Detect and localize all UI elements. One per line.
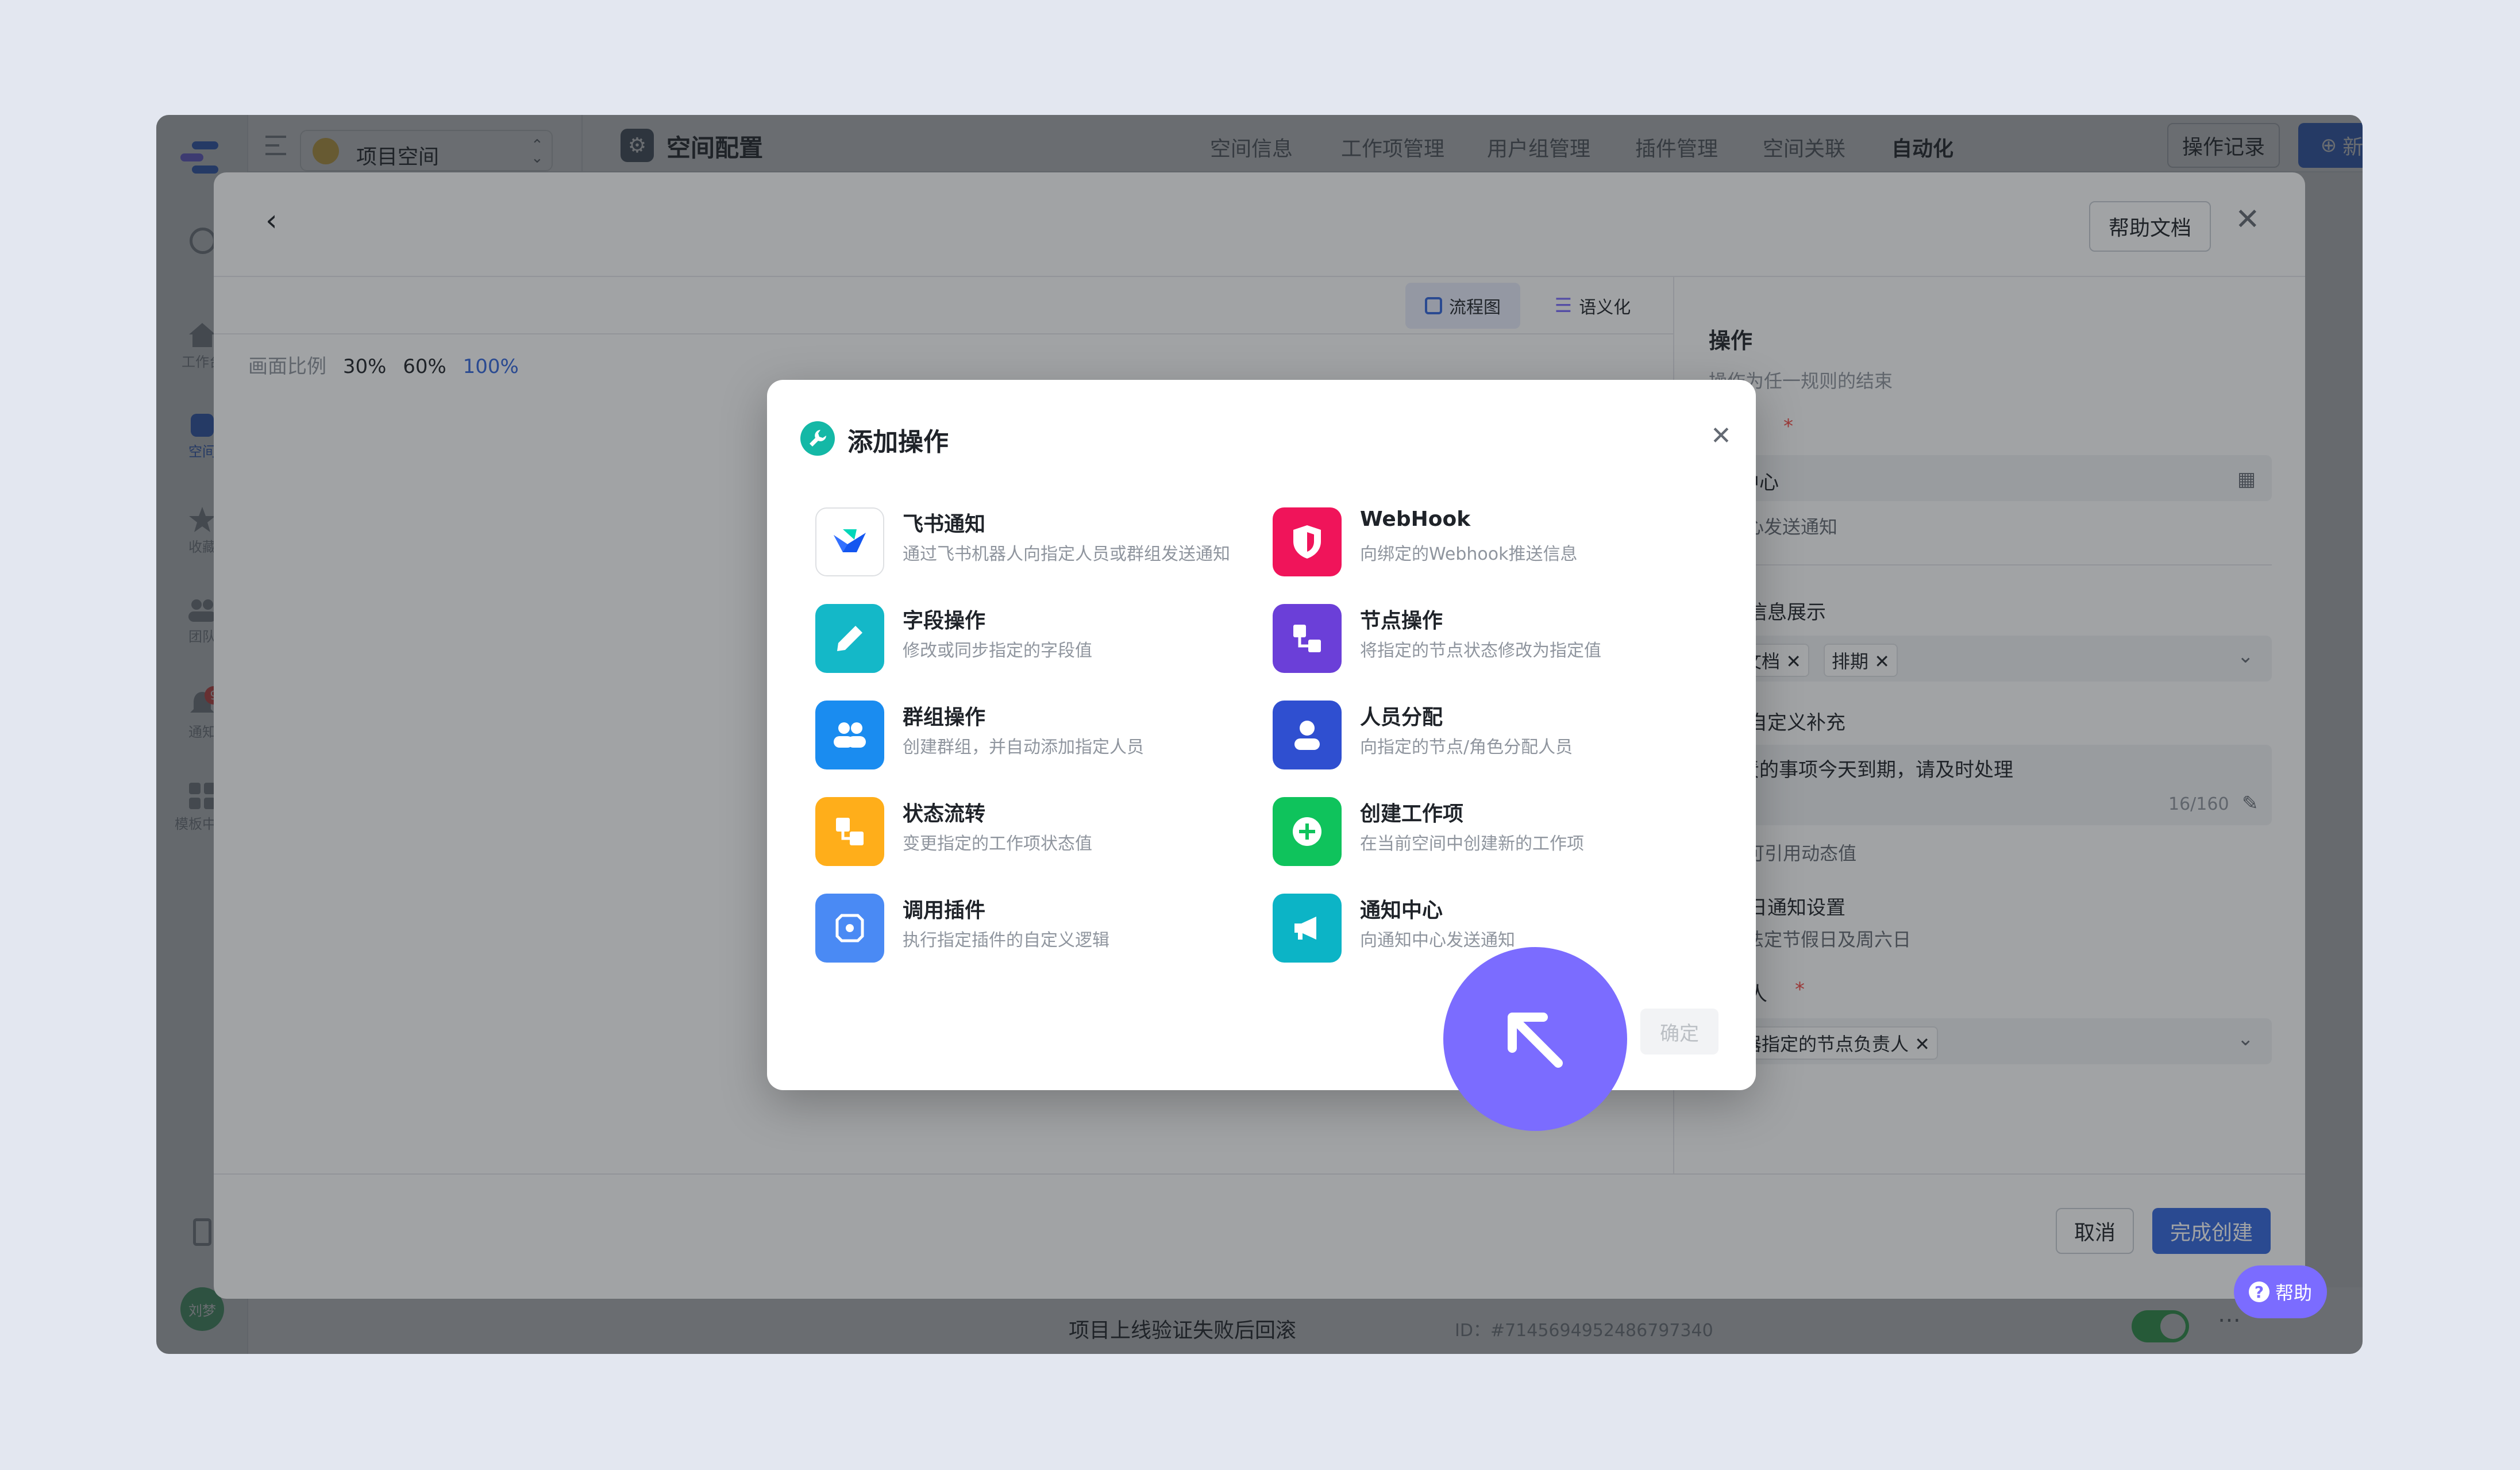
option-desc: 变更指定的工作项状态值 [903, 834, 1092, 854]
pencil-icon [815, 604, 884, 673]
option-webhook[interactable]: WebHook 向绑定的Webhook推送信息 [1273, 504, 1721, 579]
option-title: 飞书通知 [903, 513, 986, 536]
option-notify-center[interactable]: 通知中心 向通知中心发送通知 [1273, 890, 1721, 965]
option-assign[interactable]: 人员分配 向指定的节点/角色分配人员 [1273, 697, 1721, 772]
question-icon: ? [2248, 1282, 2269, 1302]
option-desc: 向通知中心发送通知 [1360, 930, 1515, 951]
option-title: WebHook [1360, 507, 1471, 531]
option-field[interactable]: 字段操作 修改或同步指定的字段值 [815, 601, 1263, 675]
confirm-label: 确定 [1660, 1022, 1699, 1045]
option-plugin[interactable]: 调用插件 执行指定插件的自定义逻辑 [815, 890, 1263, 965]
option-title: 人员分配 [1360, 706, 1443, 729]
option-desc: 通过飞书机器人向指定人员或群组发送通知 [903, 544, 1230, 564]
option-node[interactable]: 节点操作 将指定的节点状态修改为指定值 [1273, 601, 1721, 675]
option-title: 节点操作 [1360, 609, 1443, 633]
option-create-item[interactable]: 创建工作项 在当前空间中创建新的工作项 [1273, 794, 1721, 868]
flow-icon [815, 797, 884, 866]
option-group[interactable]: 群组操作 创建群组，并自动添加指定人员 [815, 697, 1263, 772]
modal-title: 添加操作 [847, 428, 949, 457]
option-desc: 向指定的节点/角色分配人员 [1360, 737, 1573, 757]
group-icon [815, 701, 884, 769]
plus-circle-icon [1273, 797, 1342, 866]
close-icon[interactable]: ✕ [1710, 421, 1732, 451]
option-title: 状态流转 [903, 802, 986, 826]
option-desc: 将指定的节点状态修改为指定值 [1360, 641, 1601, 661]
option-title: 字段操作 [903, 609, 986, 633]
megaphone-icon [1273, 894, 1342, 963]
option-feishu[interactable]: 飞书通知 通过飞书机器人向指定人员或群组发送通知 [815, 504, 1263, 579]
option-title: 创建工作项 [1360, 802, 1464, 826]
wrench-icon [800, 421, 835, 456]
app-window: 工作台 空间 收藏 团队 9 通知 模板中心 刘梦 [156, 115, 2363, 1354]
option-title: 通知中心 [1360, 899, 1443, 922]
help-fab[interactable]: ? 帮助 [2234, 1265, 2327, 1318]
person-icon [1273, 701, 1342, 769]
help-fab-label: 帮助 [2275, 1282, 2312, 1304]
option-title: 调用插件 [903, 899, 986, 922]
option-desc: 执行指定插件的自定义逻辑 [903, 930, 1109, 951]
shield-icon [1273, 507, 1342, 576]
option-desc: 创建群组，并自动添加指定人员 [903, 737, 1144, 757]
node-icon [1273, 604, 1342, 673]
cursor-indicator [1443, 947, 1627, 1131]
plugin-icon [815, 894, 884, 963]
option-status[interactable]: 状态流转 变更指定的工作项状态值 [815, 794, 1263, 868]
confirm-button[interactable]: 确定 [1640, 1009, 1718, 1055]
option-title: 群组操作 [903, 706, 986, 729]
option-desc: 向绑定的Webhook推送信息 [1360, 544, 1578, 564]
feishu-icon [815, 507, 884, 576]
arrow-up-left-icon [1508, 1013, 1563, 1068]
option-desc: 修改或同步指定的字段值 [903, 641, 1092, 661]
option-desc: 在当前空间中创建新的工作项 [1360, 834, 1584, 854]
